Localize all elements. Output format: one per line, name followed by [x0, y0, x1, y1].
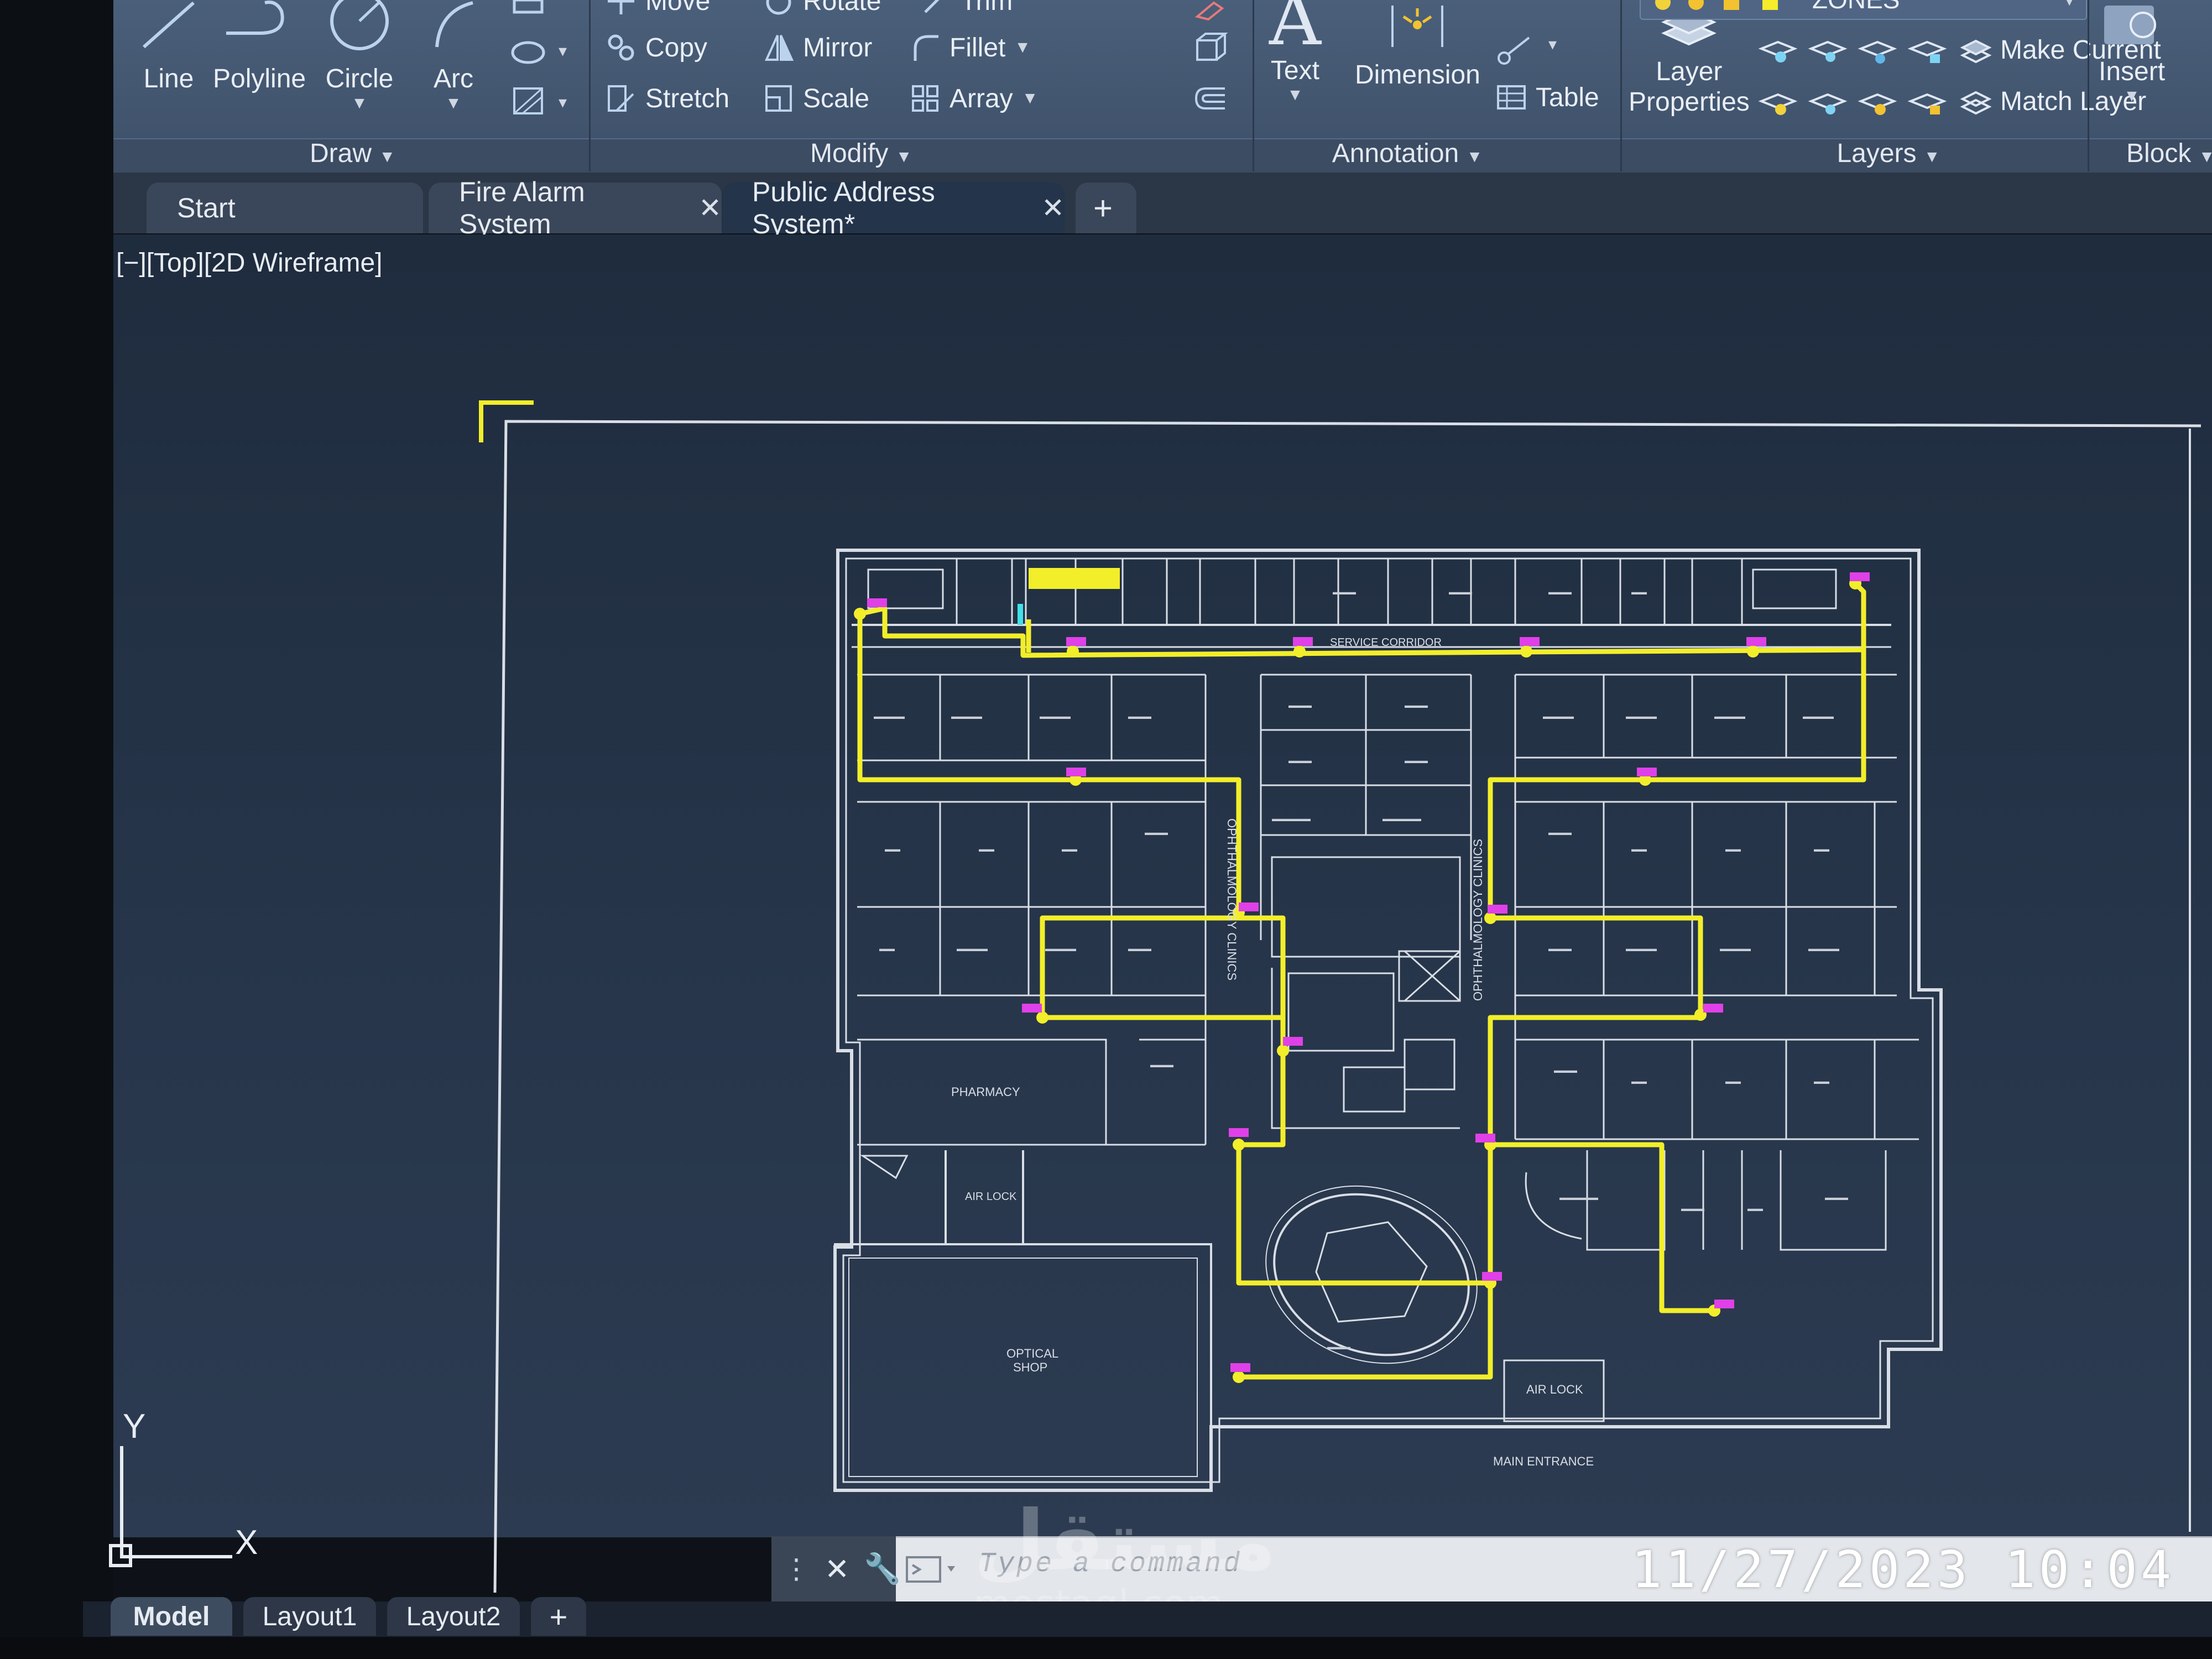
- svg-text:▬▬▬: ▬▬▬: [1288, 701, 1312, 709]
- svg-text:▬▬▬▬: ▬▬▬▬: [951, 712, 982, 721]
- monitor-bezel-bottom: [0, 1637, 2212, 1659]
- svg-text:▬▬: ▬▬: [1631, 844, 1647, 853]
- svg-text:▬▬▬▬: ▬▬▬▬: [1803, 712, 1834, 721]
- svg-text:▬▬▬: ▬▬▬: [1405, 756, 1428, 765]
- svg-text:▬▬: ▬▬: [1062, 844, 1077, 853]
- add-layout-button[interactable]: +: [531, 1597, 586, 1636]
- ucs-icon: [109, 1446, 232, 1567]
- svg-text:▬▬▬▬▬: ▬▬▬▬▬: [1559, 1193, 1598, 1202]
- tab-model[interactable]: Model: [111, 1597, 232, 1636]
- air-lock-label: AIR LOCK: [965, 1191, 1017, 1203]
- svg-text:▬▬▬: ▬▬▬: [1128, 944, 1151, 953]
- svg-text:▬▬▬▬: ▬▬▬▬: [1808, 944, 1839, 953]
- svg-text:▬▬▬▬: ▬▬▬▬: [957, 944, 988, 953]
- ucs-x-label: X: [235, 1524, 258, 1562]
- svg-text:▬▬▬▬: ▬▬▬▬: [1543, 712, 1574, 721]
- service-corridor-label: SERVICE CORRIDOR: [1330, 637, 1442, 649]
- svg-text:▬▬▬: ▬▬▬: [1681, 1204, 1704, 1213]
- main-entrance-label: MAIN ENTRANCE: [1493, 1454, 1594, 1468]
- wiring-junctions: [854, 577, 1861, 1383]
- svg-text:▬▬▬: ▬▬▬: [1548, 828, 1572, 837]
- svg-text:▬▬: ▬▬: [885, 844, 900, 853]
- svg-text:▬▬: ▬▬: [1747, 1204, 1763, 1213]
- autocad-screen: Line Polyline Circle ▼ Arc ▼ ▾ ▾ Draw ▼: [0, 0, 2212, 1659]
- svg-text:▬▬▬: ▬▬▬: [1145, 828, 1168, 837]
- command-prompt-icon[interactable]: [904, 1553, 965, 1586]
- svg-text:▬▬▬: ▬▬▬: [1554, 1066, 1577, 1074]
- svg-text:▬▬▬: ▬▬▬: [1333, 587, 1356, 596]
- photo-timestamp: 11/27/2023 10:04: [1631, 1540, 2175, 1599]
- air-lock-label-2: AIR LOCK: [1526, 1383, 1583, 1396]
- optical-shop-label-2: SHOP: [1013, 1360, 1047, 1374]
- pharmacy-label: PHARMACY: [951, 1085, 1020, 1099]
- svg-text:▬▬▬: ▬▬▬: [1449, 587, 1472, 596]
- wrench-icon[interactable]: 🔧: [864, 1552, 901, 1587]
- svg-text:▬▬: ▬▬: [1725, 1077, 1741, 1086]
- svg-text:▬▬: ▬▬: [979, 844, 994, 853]
- svg-text:▬▬: ▬▬: [879, 944, 895, 953]
- svg-text:▬▬: ▬▬: [1814, 1077, 1829, 1086]
- svg-text:▬▬: ▬▬: [1631, 1077, 1647, 1086]
- selected-object: [1029, 568, 1120, 589]
- close-icon[interactable]: ✕: [825, 1552, 849, 1587]
- svg-text:▬▬▬: ▬▬▬: [1825, 1193, 1848, 1202]
- ucs-y-label: Y: [123, 1407, 145, 1446]
- svg-text:▬▬▬▬▬: ▬▬▬▬▬: [1383, 814, 1421, 823]
- svg-text:▬▬▬▬: ▬▬▬▬: [874, 712, 905, 721]
- svg-text:▬▬▬: ▬▬▬: [1288, 756, 1312, 765]
- svg-text:▬▬▬▬: ▬▬▬▬: [1626, 712, 1657, 721]
- grip-marker: [1018, 604, 1023, 625]
- watermark-logo: مستقل: [973, 1493, 1277, 1589]
- svg-text:▬▬: ▬▬: [1814, 844, 1829, 853]
- building-walls: [833, 549, 1943, 1492]
- svg-text:▬▬▬▬▬: ▬▬▬▬▬: [1272, 814, 1311, 823]
- optical-shop-label: OPTICAL: [1006, 1347, 1058, 1360]
- svg-text:▬▬▬▬: ▬▬▬▬: [1720, 944, 1751, 953]
- svg-text:▬▬▬: ▬▬▬: [1548, 587, 1572, 596]
- svg-text:▬▬▬▬: ▬▬▬▬: [1626, 944, 1657, 953]
- svg-text:▬▬▬▬: ▬▬▬▬: [1714, 712, 1745, 721]
- svg-text:▬▬▬: ▬▬▬: [1128, 712, 1151, 721]
- tab-layout1[interactable]: Layout1: [243, 1597, 376, 1636]
- command-line-tools: ⋮ ✕ 🔧: [771, 1536, 901, 1601]
- clinics-right-label: OPHTHALMOLOGY CLINICS: [1471, 839, 1485, 1001]
- svg-text:▬▬▬▬: ▬▬▬▬: [1040, 712, 1071, 721]
- svg-text:▬▬▬: ▬▬▬: [1150, 1060, 1173, 1069]
- svg-text:▬▬: ▬▬: [1725, 844, 1741, 853]
- svg-text:▬▬: ▬▬: [1631, 587, 1647, 596]
- tab-layout2[interactable]: Layout2: [387, 1597, 520, 1636]
- grip-icon[interactable]: ⋮: [782, 1553, 810, 1585]
- floor-plan[interactable]: ▬▬▬▬ ▬▬▬▬ ▬▬▬▬ ▬▬▬ ▬▬ ▬▬ ▬▬▬▬▬ ▬▬ ▬▬▬▬ ▬▬▬▬ ▬▬▬ …: [0, 0, 2212, 1659]
- svg-text:▬▬▬: ▬▬▬: [1548, 944, 1572, 953]
- plus-icon: +: [549, 1599, 568, 1634]
- svg-text:▬▬▬: ▬▬▬: [1327, 1342, 1350, 1351]
- sheet-border: [493, 420, 2201, 1593]
- svg-text:▬▬▬: ▬▬▬: [1405, 701, 1428, 709]
- speaker-symbols: [867, 572, 1870, 1372]
- clinics-left-label: OPHTHALMOLOGY CLINICS: [1225, 818, 1239, 980]
- svg-text:▬▬▬▬: ▬▬▬▬: [1045, 944, 1076, 953]
